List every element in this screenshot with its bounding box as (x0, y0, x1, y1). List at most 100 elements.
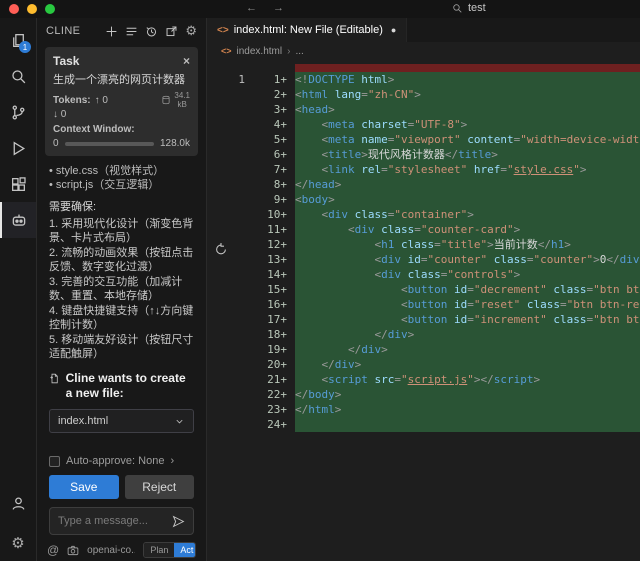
diff-editor[interactable]: 11+<!DOCTYPE html>2+<html lang="zh-CN">3… (207, 60, 640, 561)
sidebar-header: CLINE ⚙ (37, 18, 206, 44)
tab-bar: <> index.html: New File (Editable) ● (207, 18, 640, 42)
settings-gear-icon[interactable]: ⚙ (185, 23, 197, 39)
diff-removed-strip (295, 64, 640, 72)
open-in-editor-icon[interactable] (165, 25, 178, 38)
activitybar-account[interactable] (0, 485, 36, 521)
chat-placeholder: Type a message... (58, 515, 148, 527)
activitybar-source-control[interactable] (0, 94, 36, 130)
chat-input[interactable]: Type a message... (49, 507, 194, 535)
close-task-icon[interactable]: × (183, 54, 190, 68)
code-line: 12+ <h1 class="title">当前计数</h1> (207, 237, 640, 252)
breadcrumb-separator: › (287, 46, 290, 57)
code-line: 7+ <link rel="stylesheet" href="style.cs… (207, 162, 640, 177)
tokens-label: Tokens: (53, 95, 91, 106)
modified-dot-icon[interactable]: ● (391, 25, 396, 35)
requirements-list: 1. 采用现代化设计（渐变色背景、卡片式布局）2. 流畅的动画效果（按钮点击反馈… (37, 214, 206, 361)
gear-icon: ⚙ (11, 534, 24, 552)
nav-forward-icon[interactable]: → (273, 2, 284, 14)
cline-robot-icon (10, 211, 28, 229)
revert-changes-icon[interactable] (214, 242, 228, 256)
close-window-button[interactable] (9, 4, 19, 14)
window-title-text: test (468, 2, 486, 14)
save-button[interactable]: Save (49, 475, 119, 499)
tab-label: index.html: New File (Editable) (234, 24, 383, 36)
new-file-icon (49, 371, 60, 386)
titlebar: ← → test (0, 0, 640, 18)
task-card: Task × 生成一个漂亮的网页计数器 Tokens: ↑ 0 34.1kB ↓ (45, 47, 198, 156)
breadcrumb-symbol[interactable]: ... (295, 46, 303, 57)
code-line: 3+<head> (207, 102, 640, 117)
tab-index-html[interactable]: <> index.html: New File (Editable) ● (207, 18, 407, 42)
minimize-window-button[interactable] (27, 4, 37, 14)
task-list-icon[interactable] (125, 25, 138, 38)
requirement-item: 4. 键盘快捷键支持（↑↓方向键控制计数） (49, 304, 194, 332)
auto-approve-chevron-icon: › (170, 455, 174, 467)
sidebar-title: CLINE (46, 25, 80, 37)
code-line: 24+ (207, 417, 640, 432)
context-max: 128.0k (160, 138, 190, 149)
mention-icon[interactable]: @ (47, 543, 59, 557)
ensure-heading: 需要确保: (37, 192, 206, 214)
code-line: 8+</head> (207, 177, 640, 192)
code-line: 10+ <div class="container"> (207, 207, 640, 222)
activitybar-extensions[interactable] (0, 166, 36, 202)
chevron-down-icon (174, 416, 185, 427)
activitybar-settings[interactable]: ⚙ (0, 525, 36, 561)
code-line: 17+ <button id="increment" class="btn bt… (207, 312, 640, 327)
plan-act-toggle: Plan Act (143, 542, 196, 558)
search-icon (452, 3, 463, 14)
context-window-label: Context Window: (53, 124, 190, 135)
code-line: 20+ </div> (207, 357, 640, 372)
vscode-window: ← → test 1 (0, 0, 640, 561)
diff-removed-row (207, 64, 640, 72)
tool-request-message: Cline wants to create a new file: (66, 371, 194, 401)
code-line: 6+ <title>现代风格计数器</title> (207, 147, 640, 162)
reject-button[interactable]: Reject (125, 475, 195, 499)
code-line: 5+ <meta name="viewport" content="width=… (207, 132, 640, 147)
activitybar-cline[interactable] (0, 202, 36, 238)
activitybar-search[interactable] (0, 58, 36, 94)
window-title: test (452, 2, 486, 14)
run-debug-icon (10, 140, 27, 157)
code-line: 15+ <button id="decrement" class="btn bt… (207, 282, 640, 297)
model-selector[interactable]: openai-co... (87, 545, 135, 556)
file-select-value: index.html (58, 415, 108, 427)
code-lines: 11+<!DOCTYPE html>2+<html lang="zh-CN">3… (207, 72, 640, 432)
explorer-badge: 1 (19, 41, 31, 53)
new-task-plus-icon[interactable] (105, 25, 118, 38)
extensions-icon (10, 176, 27, 193)
html-file-icon: <> (217, 25, 229, 36)
traffic-lights (9, 4, 55, 14)
auto-approve-row[interactable]: Auto-approve: None › (37, 455, 206, 467)
code-line: 9+<body> (207, 192, 640, 207)
code-line: 13+ <div id="counter" class="counter">0<… (207, 252, 640, 267)
sidebar-footer: @ openai-co... Plan Act (37, 541, 206, 561)
bullet-item: • style.css（视觉样式） (49, 164, 194, 178)
history-nav: ← → (246, 2, 284, 14)
code-line: 19+ </div> (207, 342, 640, 357)
bullet-item: • script.js（交互逻辑） (49, 178, 194, 192)
plan-mode-button[interactable]: Plan (144, 543, 174, 557)
send-icon[interactable] (172, 515, 185, 528)
code-line: 11+ <div class="counter-card"> (207, 222, 640, 237)
bullet-list: • style.css（视觉样式）• script.js（交互逻辑） (37, 162, 206, 192)
breadcrumb-file[interactable]: index.html (237, 46, 283, 57)
maximize-window-button[interactable] (45, 4, 55, 14)
requirement-item: 5. 移动端友好设计（按钮尺寸适配触屏） (49, 333, 194, 361)
history-icon[interactable] (145, 25, 158, 38)
activitybar-explorer[interactable]: 1 (0, 22, 36, 58)
context-used: 0 (53, 138, 59, 149)
requirement-item: 3. 完善的交互功能（加减计数、重置、本地存储） (49, 275, 194, 303)
camera-icon[interactable] (67, 544, 79, 557)
cline-sidebar: CLINE ⚙ Task × 生成一个漂亮的网页计数器 Tokens: (37, 18, 207, 561)
nav-back-icon[interactable]: ← (246, 2, 257, 14)
requirement-item: 1. 采用现代化设计（渐变色背景、卡片式布局） (49, 217, 194, 245)
cache-unit: kB (178, 100, 187, 109)
search-icon (10, 68, 27, 85)
cache-block: 34.1kB (161, 91, 190, 109)
file-select-dropdown[interactable]: index.html (49, 409, 194, 433)
activitybar-run-debug[interactable] (0, 130, 36, 166)
auto-approve-checkbox[interactable] (49, 456, 60, 467)
act-mode-button[interactable]: Act (174, 543, 196, 557)
tokens-up: ↑ 0 (95, 95, 108, 106)
